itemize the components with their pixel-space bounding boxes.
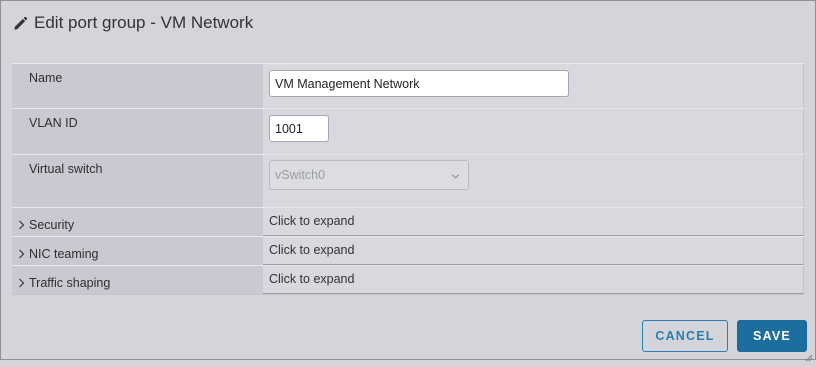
vlan-label: VLAN ID bbox=[12, 109, 263, 154]
chevron-right-icon[interactable] bbox=[17, 277, 26, 289]
name-label: Name bbox=[12, 64, 263, 108]
chevron-right-icon[interactable] bbox=[17, 219, 26, 231]
traffic-shaping-label: Traffic shaping bbox=[29, 276, 111, 290]
resize-handle-icon[interactable] bbox=[805, 349, 813, 362]
vlan-id-input[interactable]: 1001 bbox=[269, 115, 329, 142]
name-row: Name VM Management Network bbox=[12, 63, 804, 108]
virtual-switch-value: vSwitch0 bbox=[275, 168, 326, 182]
edit-port-group-dialog: Edit port group - VM Network Name VM Man… bbox=[0, 0, 816, 362]
nic-teaming-expand-link[interactable]: Click to expand bbox=[269, 243, 354, 257]
dialog-header: Edit port group - VM Network bbox=[13, 13, 253, 33]
virtual-switch-row: Virtual switch vSwitch0 bbox=[12, 154, 804, 207]
nic-teaming-label: NIC teaming bbox=[29, 247, 99, 261]
traffic-shaping-row[interactable]: Traffic shaping Click to expand bbox=[12, 265, 804, 295]
chevron-right-icon[interactable] bbox=[17, 248, 26, 260]
port-group-form: Name VM Management Network VLAN ID 1001 … bbox=[12, 63, 804, 295]
traffic-shaping-expand-link[interactable]: Click to expand bbox=[269, 272, 354, 286]
virtual-switch-label: Virtual switch bbox=[12, 155, 263, 207]
security-expand-link[interactable]: Click to expand bbox=[269, 214, 354, 228]
save-button[interactable]: SAVE bbox=[737, 320, 807, 352]
name-input[interactable]: VM Management Network bbox=[269, 70, 569, 97]
security-row[interactable]: Security Click to expand bbox=[12, 207, 804, 236]
virtual-switch-select[interactable]: vSwitch0 bbox=[269, 160, 469, 190]
chevron-down-icon bbox=[451, 170, 460, 184]
cancel-button[interactable]: CANCEL bbox=[642, 320, 728, 352]
nic-teaming-row[interactable]: NIC teaming Click to expand bbox=[12, 236, 804, 265]
pencil-icon bbox=[13, 16, 28, 31]
dialog-title: Edit port group - VM Network bbox=[34, 13, 254, 32]
security-label: Security bbox=[29, 218, 75, 232]
vlan-row: VLAN ID 1001 bbox=[12, 108, 804, 154]
